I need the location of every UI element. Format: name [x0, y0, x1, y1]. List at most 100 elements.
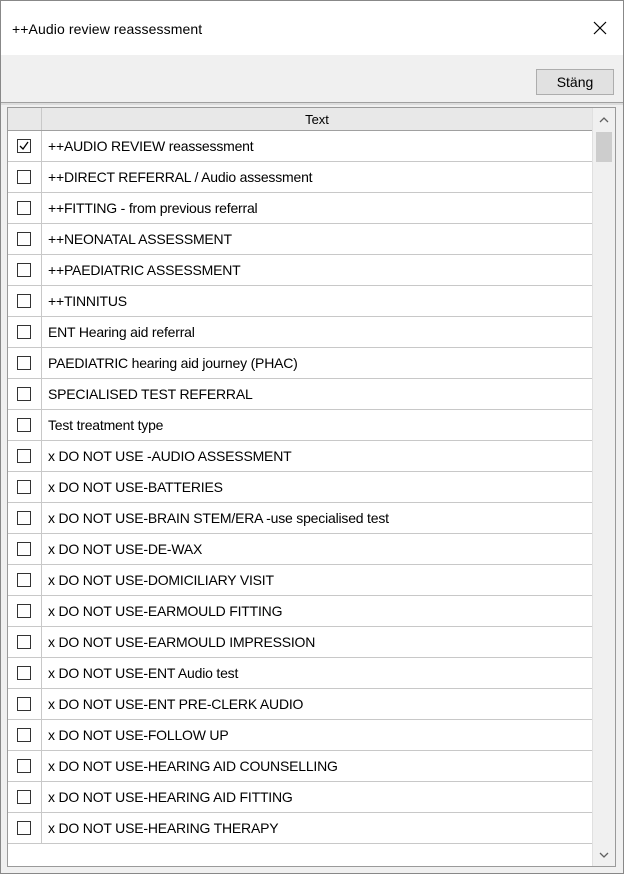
row-checkbox-cell[interactable] — [8, 658, 42, 688]
table-row[interactable]: SPECIALISED TEST REFERRAL — [8, 379, 592, 410]
row-text-cell[interactable]: x DO NOT USE-HEARING AID COUNSELLING — [42, 751, 590, 781]
scroll-down-button[interactable] — [593, 844, 615, 866]
row-text-cell[interactable]: x DO NOT USE-ENT PRE-CLERK AUDIO — [42, 689, 590, 719]
row-text-cell[interactable]: x DO NOT USE-HEARING AID FITTING — [42, 782, 590, 812]
row-checkbox-cell[interactable] — [8, 348, 42, 378]
row-checkbox[interactable] — [17, 232, 31, 246]
table-row[interactable]: Test treatment type — [8, 410, 592, 441]
row-text-cell[interactable]: ++FITTING - from previous referral — [42, 193, 590, 223]
row-text-cell[interactable]: SPECIALISED TEST REFERRAL — [42, 379, 590, 409]
table-row[interactable]: x DO NOT USE-ENT PRE-CLERK AUDIO — [8, 689, 592, 720]
table-row[interactable]: x DO NOT USE-BRAIN STEM/ERA -use special… — [8, 503, 592, 534]
row-checkbox-cell[interactable] — [8, 317, 42, 347]
row-checkbox[interactable] — [17, 821, 31, 835]
table-row[interactable]: x DO NOT USE-FOLLOW UP — [8, 720, 592, 751]
row-checkbox[interactable] — [17, 449, 31, 463]
table-row[interactable]: x DO NOT USE-EARMOULD IMPRESSION — [8, 627, 592, 658]
header-checkbox-column[interactable] — [8, 108, 42, 130]
table-row[interactable]: x DO NOT USE-HEARING THERAPY — [8, 813, 592, 844]
table-row[interactable]: x DO NOT USE-BATTERIES — [8, 472, 592, 503]
row-text-cell[interactable]: x DO NOT USE-DOMICILIARY VISIT — [42, 565, 590, 595]
row-checkbox-cell[interactable] — [8, 813, 42, 843]
vertical-scrollbar[interactable] — [592, 108, 615, 866]
row-checkbox-cell[interactable] — [8, 534, 42, 564]
row-checkbox-cell[interactable] — [8, 224, 42, 254]
row-text-cell[interactable]: x DO NOT USE-ENT Audio test — [42, 658, 590, 688]
row-text-cell[interactable]: ++NEONATAL ASSESSMENT — [42, 224, 590, 254]
table-row[interactable]: ++TINNITUS — [8, 286, 592, 317]
row-checkbox-cell[interactable] — [8, 379, 42, 409]
row-checkbox-cell[interactable] — [8, 472, 42, 502]
row-checkbox-cell[interactable] — [8, 782, 42, 812]
row-text-cell[interactable]: ++PAEDIATRIC ASSESSMENT — [42, 255, 590, 285]
row-checkbox[interactable] — [17, 511, 31, 525]
row-text-cell[interactable]: PAEDIATRIC hearing aid journey (PHAC) — [42, 348, 590, 378]
row-checkbox[interactable] — [17, 573, 31, 587]
row-checkbox-cell[interactable] — [8, 193, 42, 223]
table-row[interactable]: ++DIRECT REFERRAL / Audio assessment — [8, 162, 592, 193]
row-checkbox-cell[interactable] — [8, 503, 42, 533]
row-checkbox[interactable] — [17, 697, 31, 711]
row-checkbox-cell[interactable] — [8, 131, 42, 161]
row-checkbox[interactable] — [17, 356, 31, 370]
row-checkbox[interactable] — [17, 759, 31, 773]
row-checkbox[interactable] — [17, 604, 31, 618]
row-checkbox[interactable] — [17, 790, 31, 804]
row-checkbox[interactable] — [17, 418, 31, 432]
scroll-up-button[interactable] — [593, 108, 615, 130]
row-checkbox-cell[interactable] — [8, 627, 42, 657]
row-text-cell[interactable]: x DO NOT USE-BATTERIES — [42, 472, 590, 502]
row-checkbox[interactable] — [17, 294, 31, 308]
row-checkbox[interactable] — [17, 170, 31, 184]
row-checkbox-cell[interactable] — [8, 720, 42, 750]
table-row[interactable]: ++FITTING - from previous referral — [8, 193, 592, 224]
table-row[interactable]: x DO NOT USE-DOMICILIARY VISIT — [8, 565, 592, 596]
row-checkbox-cell[interactable] — [8, 751, 42, 781]
row-checkbox-cell[interactable] — [8, 255, 42, 285]
table-row[interactable]: x DO NOT USE -AUDIO ASSESSMENT — [8, 441, 592, 472]
row-checkbox-cell[interactable] — [8, 286, 42, 316]
row-text-cell[interactable]: x DO NOT USE-EARMOULD IMPRESSION — [42, 627, 590, 657]
row-checkbox[interactable] — [17, 139, 31, 153]
row-checkbox[interactable] — [17, 542, 31, 556]
row-text-cell[interactable]: ++DIRECT REFERRAL / Audio assessment — [42, 162, 590, 192]
table-row[interactable]: x DO NOT USE-DE-WAX — [8, 534, 592, 565]
row-checkbox-cell[interactable] — [8, 596, 42, 626]
close-dialog-button[interactable]: Stäng — [536, 69, 614, 95]
row-checkbox[interactable] — [17, 635, 31, 649]
row-text-cell[interactable]: ++AUDIO REVIEW reassessment — [42, 131, 590, 161]
table-row[interactable]: ENT Hearing aid referral — [8, 317, 592, 348]
row-checkbox[interactable] — [17, 201, 31, 215]
row-checkbox[interactable] — [17, 480, 31, 494]
table-row[interactable]: ++PAEDIATRIC ASSESSMENT — [8, 255, 592, 286]
row-checkbox-cell[interactable] — [8, 689, 42, 719]
table-row[interactable]: PAEDIATRIC hearing aid journey (PHAC) — [8, 348, 592, 379]
row-checkbox[interactable] — [17, 728, 31, 742]
row-checkbox-cell[interactable] — [8, 162, 42, 192]
header-text-column[interactable]: Text — [42, 108, 592, 130]
row-checkbox-cell[interactable] — [8, 410, 42, 440]
row-text-cell[interactable]: ENT Hearing aid referral — [42, 317, 590, 347]
row-checkbox[interactable] — [17, 263, 31, 277]
row-text-cell[interactable]: Test treatment type — [42, 410, 590, 440]
row-text-cell[interactable]: x DO NOT USE-EARMOULD FITTING — [42, 596, 590, 626]
row-text-cell[interactable]: x DO NOT USE-FOLLOW UP — [42, 720, 590, 750]
window-close-button[interactable] — [577, 1, 623, 55]
table-row[interactable]: x DO NOT USE-HEARING AID COUNSELLING — [8, 751, 592, 782]
table-row[interactable]: x DO NOT USE-EARMOULD FITTING — [8, 596, 592, 627]
row-text-cell[interactable]: x DO NOT USE-BRAIN STEM/ERA -use special… — [42, 503, 590, 533]
row-text-cell[interactable]: x DO NOT USE-DE-WAX — [42, 534, 590, 564]
row-checkbox[interactable] — [17, 325, 31, 339]
row-checkbox[interactable] — [17, 666, 31, 680]
row-text-cell[interactable]: x DO NOT USE -AUDIO ASSESSMENT — [42, 441, 590, 471]
table-row[interactable]: ++AUDIO REVIEW reassessment — [8, 131, 592, 162]
table-row[interactable]: x DO NOT USE-ENT Audio test — [8, 658, 592, 689]
table-row[interactable]: ++NEONATAL ASSESSMENT — [8, 224, 592, 255]
row-checkbox-cell[interactable] — [8, 441, 42, 471]
row-text-cell[interactable]: x DO NOT USE-HEARING THERAPY — [42, 813, 590, 843]
table-row[interactable]: x DO NOT USE-HEARING AID FITTING — [8, 782, 592, 813]
row-checkbox[interactable] — [17, 387, 31, 401]
scroll-thumb[interactable] — [596, 132, 612, 162]
row-text-cell[interactable]: ++TINNITUS — [42, 286, 590, 316]
row-checkbox-cell[interactable] — [8, 565, 42, 595]
